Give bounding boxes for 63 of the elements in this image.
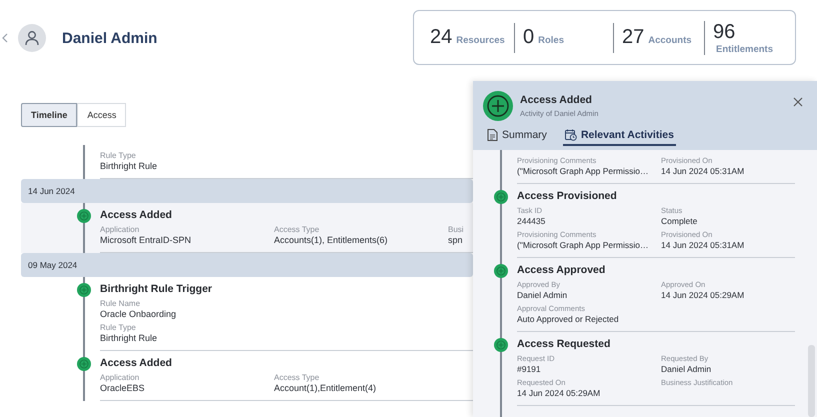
- field-value: #9191: [517, 364, 541, 375]
- field-label: Rule Name: [100, 299, 140, 309]
- user-name: Daniel Admin: [62, 30, 158, 46]
- plus-circle-icon: [77, 283, 91, 297]
- field-label: Application: [100, 225, 140, 235]
- field-value: 244435: [517, 216, 546, 227]
- field-label: Rule Type: [100, 151, 136, 161]
- stat-label: Accounts: [648, 35, 692, 46]
- plus-circle-icon: [494, 338, 508, 352]
- scrollbar[interactable]: [808, 345, 815, 417]
- field-value: Account(1),Entitlement(4): [274, 383, 376, 394]
- field-value: Microsoft EntraID-SPN: [100, 235, 192, 246]
- field-value: Birthright Rule: [100, 333, 158, 344]
- plus-circle-icon: [494, 190, 508, 204]
- plus-circle-icon: [483, 91, 513, 121]
- view-tab[interactable]: Timeline: [21, 103, 78, 127]
- panel-tab[interactable]: Summary: [485, 127, 549, 146]
- event-title: Access Requested: [517, 338, 610, 351]
- field-value: Daniel Admin: [661, 364, 712, 375]
- field-value: spn: [448, 235, 463, 246]
- field-value: Accounts(1), Entitlements(6): [274, 235, 388, 246]
- plus-circle-icon: [77, 357, 91, 371]
- event-title: Access Added: [100, 357, 172, 370]
- event-title: Access Approved: [517, 264, 606, 277]
- field-value: 14 Jun 2024 05:31AM: [661, 240, 744, 251]
- field-label: Access Type: [274, 373, 320, 383]
- panel-tab[interactable]: Relevant Activities: [562, 127, 676, 146]
- field-label: Rule Type: [100, 323, 136, 333]
- stat-value: 96: [713, 20, 736, 44]
- field-label: Busi: [448, 225, 464, 235]
- stat-label: Entitlements: [716, 44, 774, 54]
- date-label: 09 May 2024: [28, 260, 78, 270]
- calendar-clock-icon: [564, 129, 577, 141]
- stat-value: 0: [523, 26, 534, 49]
- field-value: Complete: [661, 216, 698, 227]
- event-title: Access Provisioned: [517, 190, 617, 203]
- field-value: Daniel Admin: [517, 290, 568, 301]
- field-value: ("Microsoft Graph App Permissio…: [517, 166, 649, 177]
- field-value: Oracle Onbaording: [100, 309, 176, 320]
- event-title: Access Added: [100, 209, 172, 222]
- field-value: 14 Jun 2024 05:29AM: [517, 388, 600, 399]
- plus-circle-icon: [494, 264, 508, 278]
- field-value: Auto Approved or Rejected: [517, 314, 619, 325]
- stat-label: Roles: [538, 35, 564, 46]
- document-icon: [487, 129, 498, 141]
- field-value: OracleEBS: [100, 383, 145, 394]
- field-value: ("Microsoft Graph App Permissio…: [517, 240, 649, 251]
- stat-value: 24: [430, 26, 452, 49]
- field-value: Birthright Rule: [100, 161, 158, 172]
- plus-circle-icon: [77, 209, 91, 223]
- avatar-icon: [18, 24, 46, 52]
- stat-value: 27: [622, 26, 644, 49]
- date-label: 14 Jun 2024: [28, 186, 75, 196]
- field-value: 14 Jun 2024 05:29AM: [661, 290, 744, 301]
- field-label: Access Type: [274, 225, 320, 235]
- panel-title: Access Added: [520, 94, 593, 106]
- field-value: 14 Jun 2024 05:31AM: [661, 166, 744, 177]
- field-label: Application: [100, 373, 140, 383]
- event-title: Birthright Rule Trigger: [100, 283, 212, 296]
- timeline-event[interactable]: Access Added Application OracleEBS Access Type Account(1),Entitlement(4): [21, 351, 473, 401]
- view-tab[interactable]: Access: [77, 103, 126, 127]
- stat-label: Resources: [456, 35, 505, 46]
- timeline-event[interactable]: Access Added Application Microsoft EntraID-SPN Access Type Accounts(1), Entitlements(6) Busi spn: [21, 203, 473, 253]
